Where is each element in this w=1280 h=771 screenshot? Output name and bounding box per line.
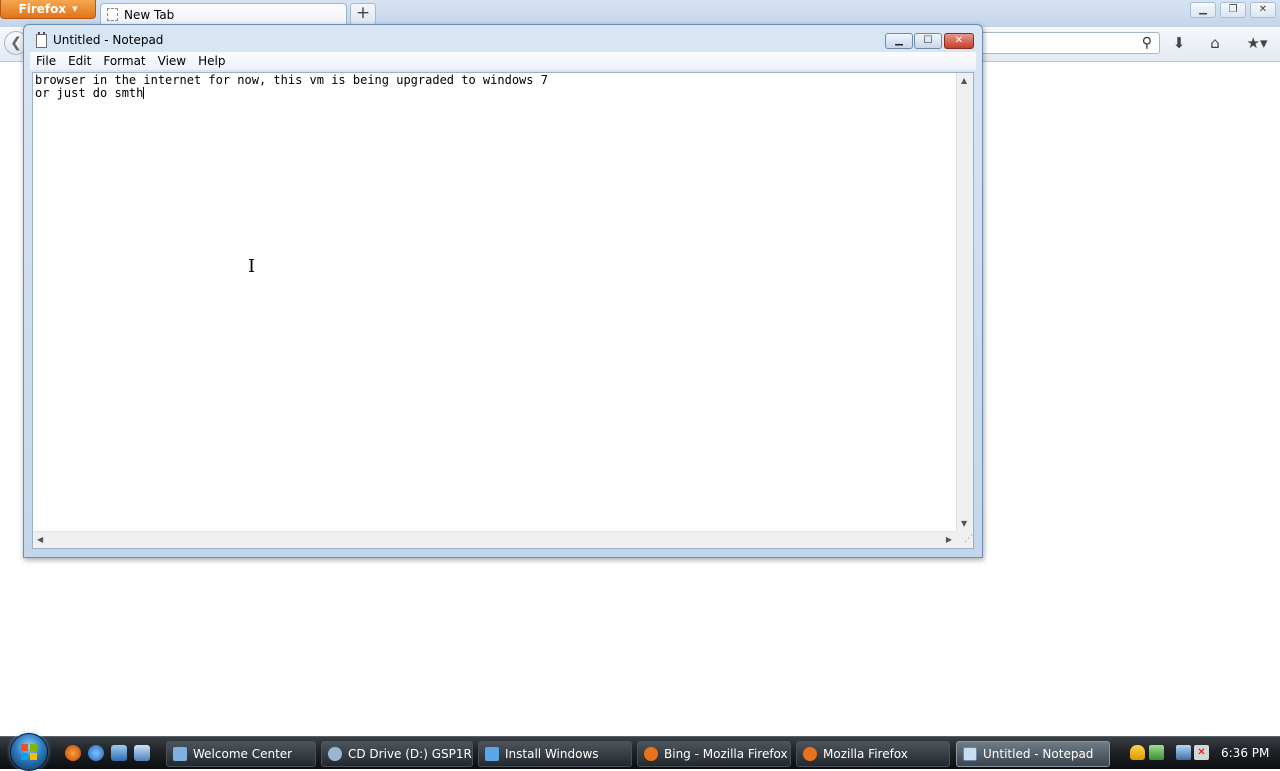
taskbar-button-label: Mozilla Firefox — [823, 747, 908, 761]
scroll-down-icon[interactable]: ▼ — [961, 519, 967, 528]
chevron-down-icon: ▼ — [72, 5, 78, 13]
menu-file[interactable]: File — [30, 54, 62, 68]
notepad-window: Untitled - Notepad ▁ ☐ ✕ File Edit Forma… — [23, 24, 983, 558]
blank-page-icon — [107, 8, 118, 21]
taskbar-button-label: Untitled - Notepad — [983, 747, 1094, 761]
taskbar-button-bing-firefox[interactable]: Bing - Mozilla Firefox — [637, 741, 791, 767]
minimize-button[interactable]: ▁ — [885, 33, 913, 49]
taskbar-button-notepad[interactable]: Untitled - Notepad — [956, 741, 1110, 767]
close-icon: ✕ — [1258, 4, 1268, 15]
bookmarks-icon[interactable]: ★▾ — [1243, 33, 1271, 53]
tab-new-tab[interactable]: New Tab — [100, 3, 347, 25]
window-title: Untitled - Notepad — [53, 33, 164, 47]
home-icon[interactable]: ⌂ — [1205, 33, 1225, 53]
switch-windows-icon[interactable] — [134, 745, 150, 761]
scroll-left-icon[interactable]: ◀ — [37, 535, 43, 544]
taskbar-button-cd-drive[interactable]: CD Drive (D:) GSP1R... — [321, 741, 473, 767]
menu-edit[interactable]: Edit — [62, 54, 97, 68]
windows-update-icon[interactable] — [1149, 745, 1164, 760]
maximize-icon: ☐ — [923, 35, 933, 46]
firefox-menu-button[interactable]: Firefox ▼ — [0, 0, 96, 19]
volume-muted-icon[interactable]: ✕ — [1194, 745, 1209, 760]
ibeam-cursor-icon: I — [248, 256, 256, 277]
taskbar: Welcome Center CD Drive (D:) GSP1R... In… — [0, 733, 1280, 771]
document-text[interactable]: browser in the internet for now, this vm… — [35, 74, 548, 100]
firefox-menu-label: Firefox — [18, 2, 67, 16]
scroll-up-icon[interactable]: ▲ — [961, 76, 967, 85]
menu-help[interactable]: Help — [192, 54, 231, 68]
close-button[interactable]: ✕ — [944, 33, 974, 49]
internet-explorer-icon[interactable] — [88, 745, 104, 761]
horizontal-scrollbar[interactable]: ◀ ▶ — [33, 531, 957, 548]
back-arrow-icon: ❮ — [10, 35, 22, 51]
welcome-center-icon — [173, 747, 187, 761]
close-icon: ✕ — [954, 35, 964, 46]
text-editor[interactable]: browser in the internet for now, this vm… — [32, 72, 974, 549]
taskbar-button-mozilla-firefox[interactable]: Mozilla Firefox — [796, 741, 950, 767]
notepad-icon — [36, 32, 47, 48]
firefox-titlebar: Firefox ▼ New Tab + ▁ ❐ ✕ — [0, 0, 1280, 27]
firefox-icon — [644, 747, 658, 761]
firefox-minimize-button[interactable]: ▁ — [1190, 2, 1216, 18]
start-button[interactable] — [10, 733, 48, 771]
menu-view[interactable]: View — [152, 54, 192, 68]
vertical-scrollbar[interactable]: ▲ ▼ — [956, 73, 973, 531]
firefox-quicklaunch-icon[interactable] — [65, 745, 81, 761]
tab-title: New Tab — [124, 7, 175, 22]
menu-bar: File Edit Format View Help — [30, 52, 976, 70]
plus-icon: + — [355, 3, 371, 23]
text-caret — [143, 87, 145, 99]
firefox-icon — [803, 747, 817, 761]
install-windows-icon — [485, 747, 499, 761]
text-line: browser in the internet for now, this vm… — [35, 73, 548, 87]
new-tab-button[interactable]: + — [350, 3, 376, 25]
network-icon[interactable] — [1176, 745, 1191, 760]
windows-flag-icon — [21, 744, 37, 760]
taskbar-button-label: Welcome Center — [193, 747, 293, 761]
cd-drive-icon — [328, 747, 342, 761]
taskbar-button-label: Install Windows — [505, 747, 599, 761]
minimize-icon: ▁ — [895, 35, 903, 46]
size-grip[interactable]: ⋰ — [956, 531, 973, 548]
download-icon[interactable]: ⬇ — [1169, 33, 1189, 53]
minimize-icon: ▁ — [1199, 4, 1207, 15]
security-shield-icon[interactable] — [1130, 745, 1145, 760]
scroll-right-icon[interactable]: ▶ — [946, 535, 952, 544]
search-icon[interactable]: ⚲ — [1142, 35, 1152, 51]
taskbar-clock[interactable]: 6:36 PM — [1221, 746, 1269, 760]
taskbar-button-label: Bing - Mozilla Firefox — [664, 747, 788, 761]
taskbar-button-label: CD Drive (D:) GSP1R... — [348, 747, 473, 761]
text-line: or just do smth — [35, 86, 144, 100]
taskbar-button-welcome-center[interactable]: Welcome Center — [166, 741, 316, 767]
firefox-restore-button[interactable]: ❐ — [1220, 2, 1246, 18]
menu-format[interactable]: Format — [97, 54, 151, 68]
firefox-close-button[interactable]: ✕ — [1250, 2, 1276, 18]
maximize-button[interactable]: ☐ — [914, 33, 942, 49]
restore-icon: ❐ — [1228, 4, 1238, 15]
show-desktop-icon[interactable] — [111, 745, 127, 761]
notepad-icon — [963, 747, 977, 761]
taskbar-button-install-windows[interactable]: Install Windows — [478, 741, 632, 767]
search-input[interactable]: ⚲ — [980, 32, 1160, 54]
